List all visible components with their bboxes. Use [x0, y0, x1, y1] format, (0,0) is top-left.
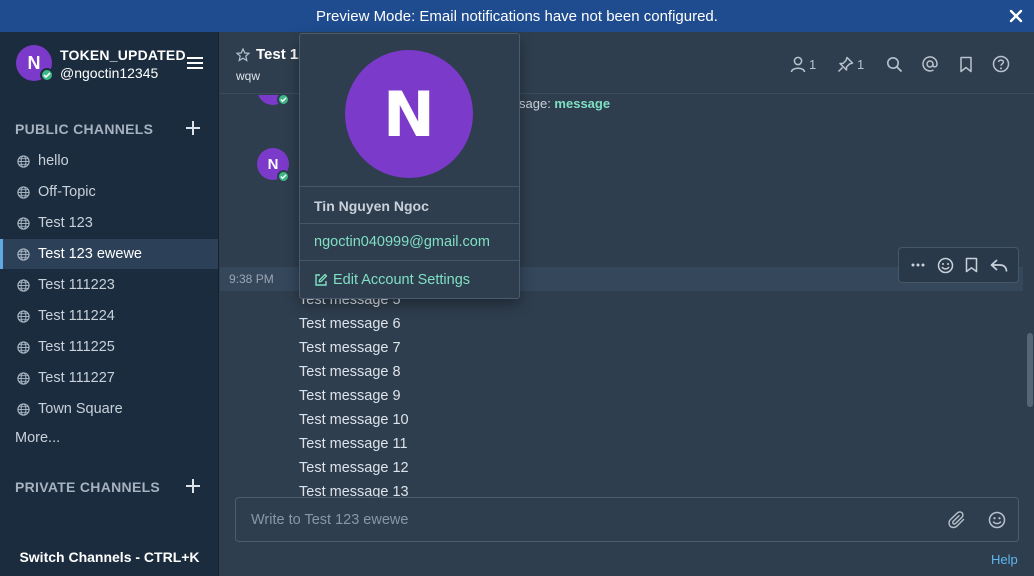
post-timestamp[interactable]: 9:38 PM — [229, 272, 274, 286]
sidebar-channel-label: Test 111223 — [38, 277, 115, 293]
message-text: Test message 13 — [299, 484, 409, 498]
edit-icon — [315, 273, 328, 286]
sidebar-channel-label: Test 111227 — [38, 370, 115, 386]
sidebar-channel[interactable]: Test 111223 — [0, 270, 218, 300]
hamburger-menu-icon[interactable] — [186, 56, 204, 70]
sidebar-channel[interactable]: Test 123 — [0, 208, 218, 238]
member-count: 1 — [809, 56, 817, 72]
post-actions-menu — [898, 247, 1019, 283]
profile-email-link[interactable]: ngoctin040999@gmail.com — [314, 234, 490, 250]
pinned-count: 1 — [857, 56, 865, 72]
team-header[interactable]: N TOKEN_UPDATED @ngoctin12345 — [0, 32, 219, 96]
message-text: Test message 6 — [299, 316, 401, 332]
globe-icon — [17, 154, 30, 168]
partial-post-bold: message — [554, 96, 611, 111]
message-text: Test message 11 — [299, 436, 408, 452]
add-public-channel-icon[interactable] — [185, 120, 201, 136]
message-text: Test message 8 — [299, 364, 401, 380]
reply-icon[interactable] — [990, 256, 1008, 274]
help-circle-icon[interactable] — [992, 54, 1013, 74]
profile-avatar: N — [345, 50, 473, 178]
sidebar-channel-label: Test 111225 — [38, 339, 115, 355]
message-composer — [235, 497, 1019, 542]
divider — [300, 223, 519, 224]
divider — [300, 186, 519, 187]
team-name: TOKEN_UPDATED — [60, 47, 186, 63]
message-text: Test message 7 — [299, 340, 401, 356]
more-actions-icon[interactable] — [909, 256, 927, 274]
partial-post-text: sage: message — [519, 96, 611, 111]
save-post-icon[interactable] — [963, 256, 981, 274]
add-reaction-icon[interactable] — [936, 256, 954, 274]
divider — [300, 260, 519, 261]
profile-popover: N Tin Nguyen Ngoc ngoctin040999@gmail.co… — [299, 33, 520, 299]
sidebar-channel[interactable]: Test 111225 — [0, 332, 218, 362]
user-handle: @ngoctin12345 — [60, 65, 159, 81]
sidebar: N TOKEN_UPDATED @ngoctin12345 PUBLIC CHA… — [0, 32, 219, 576]
private-channels-title: PRIVATE CHANNELS — [15, 479, 161, 495]
switch-channels-button[interactable]: Switch Channels - CTRL+K — [0, 538, 219, 576]
close-icon[interactable] — [1008, 8, 1024, 24]
search-icon[interactable] — [886, 54, 906, 74]
add-private-channel-icon[interactable] — [185, 478, 201, 494]
help-link[interactable]: Help — [991, 552, 1018, 567]
emoji-picker-icon[interactable] — [988, 511, 1006, 529]
sidebar-channel-label: Test 123 ewewe — [38, 246, 142, 262]
scrollbar-thumb[interactable] — [1027, 333, 1033, 407]
globe-icon — [17, 371, 30, 385]
profile-full-name: Tin Nguyen Ngoc — [314, 198, 429, 214]
globe-icon — [17, 278, 30, 292]
member-list-button[interactable]: 1 — [790, 54, 816, 74]
message-input[interactable] — [236, 498, 926, 541]
globe-icon — [17, 247, 30, 261]
member-icon — [790, 56, 806, 72]
globe-icon — [17, 216, 30, 230]
favorite-star-icon[interactable] — [236, 48, 250, 62]
sidebar-channel-label: hello — [38, 153, 69, 169]
more-channels-link[interactable]: More... — [15, 430, 60, 446]
saved-posts-icon[interactable] — [959, 54, 976, 74]
sidebar-channel[interactable]: Test 111227 — [0, 363, 218, 393]
public-channels-title: PUBLIC CHANNELS — [15, 121, 154, 137]
sidebar-channel[interactable]: Off-Topic — [0, 177, 218, 207]
preview-mode-banner: Preview Mode: Email notifications have n… — [0, 0, 1034, 32]
sidebar-channel-label: Off-Topic — [38, 184, 96, 200]
scrollbar[interactable] — [1026, 95, 1034, 498]
globe-icon — [17, 185, 30, 199]
sidebar-channel-label: Test 111224 — [38, 308, 115, 324]
attachment-icon[interactable] — [948, 511, 966, 529]
online-status-icon — [277, 95, 290, 106]
globe-icon — [17, 340, 30, 354]
sidebar-channel[interactable]: Test 123 ewewe — [0, 239, 218, 269]
banner-text: Preview Mode: Email notifications have n… — [316, 7, 718, 25]
pinned-posts-button[interactable]: 1 — [837, 54, 864, 74]
online-status-icon — [40, 68, 54, 82]
online-status-icon — [277, 170, 290, 183]
edit-account-settings-link[interactable]: Edit Account Settings — [314, 272, 470, 288]
sidebar-channel[interactable]: Test 111224 — [0, 301, 218, 331]
sidebar-channel[interactable]: hello — [0, 146, 218, 176]
globe-icon — [17, 402, 30, 416]
message-text: Test message 12 — [299, 460, 409, 476]
message-text: Test message 9 — [299, 388, 401, 404]
sidebar-channel[interactable]: Town Square — [0, 394, 218, 424]
sidebar-channel-label: Test 123 — [38, 215, 93, 231]
sidebar-channel-label: Town Square — [38, 401, 123, 417]
mentions-icon[interactable] — [921, 54, 942, 74]
channel-purpose: wqw — [236, 69, 261, 83]
globe-icon — [17, 309, 30, 323]
pin-icon — [837, 56, 854, 72]
edit-account-settings-label: Edit Account Settings — [333, 272, 471, 288]
message-text: Test message 10 — [299, 412, 409, 428]
